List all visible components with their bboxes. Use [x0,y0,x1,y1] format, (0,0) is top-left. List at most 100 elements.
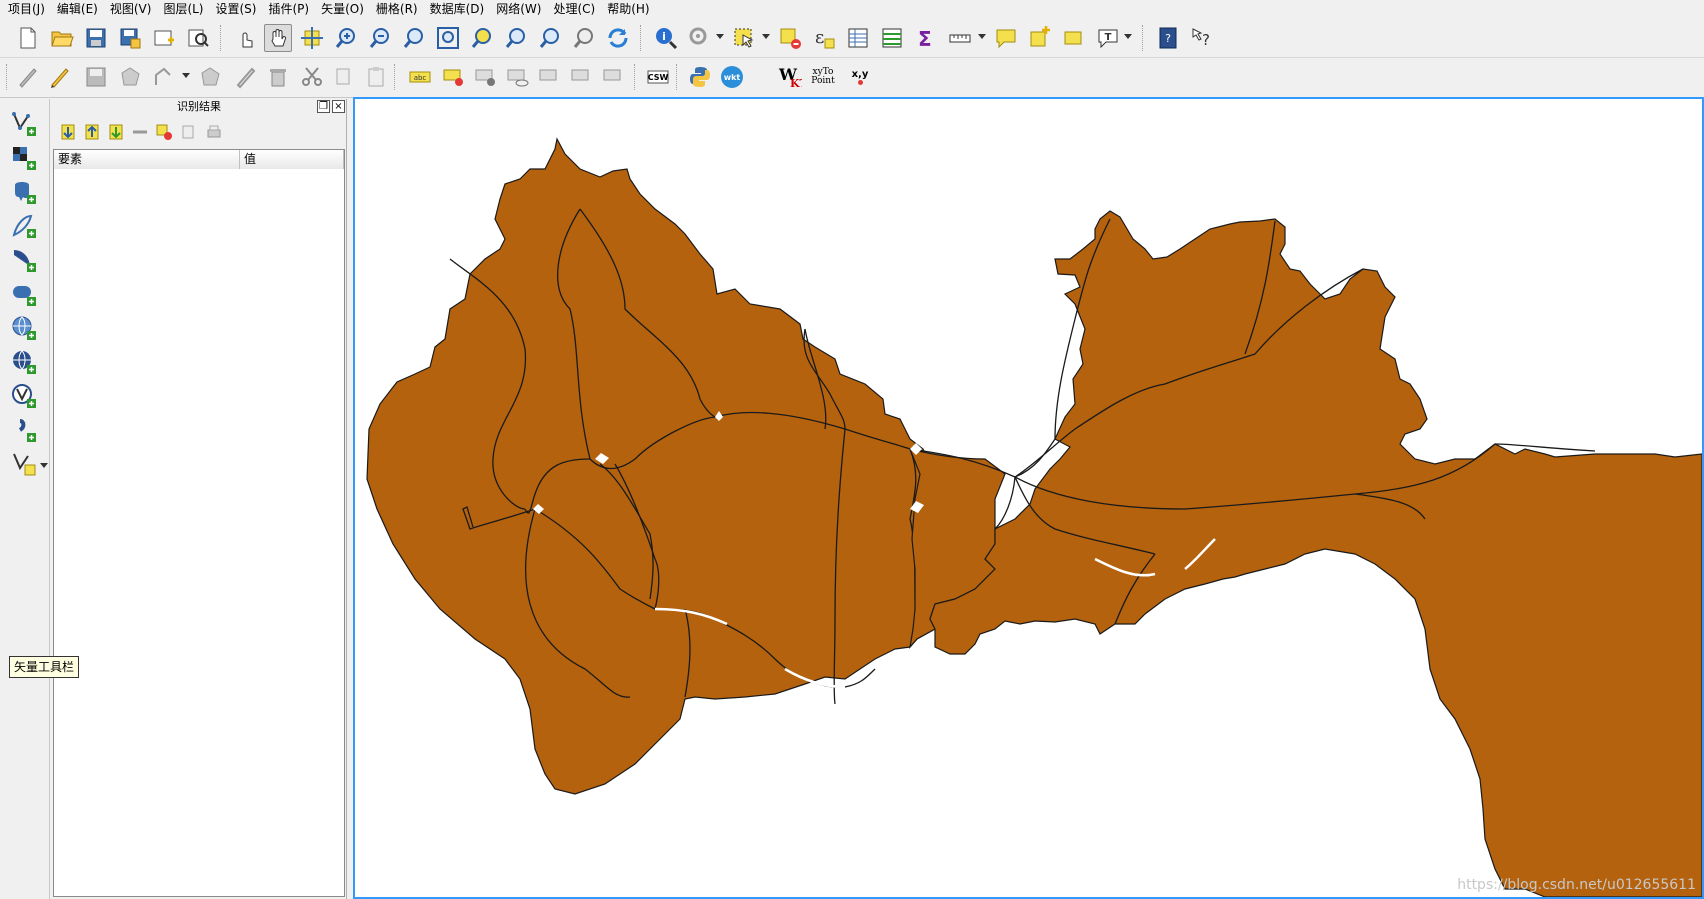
add-raster-layer-icon[interactable] [9,143,39,173]
label-change-icon[interactable] [600,63,628,91]
wkt-plugin-icon[interactable]: wkt [718,63,746,91]
identify-features-icon[interactable]: i [652,24,680,52]
xy-coordinate-button[interactable]: x,y [846,63,874,91]
wkt-layers-icon[interactable]: WKT [776,63,804,91]
new-print-layout-icon[interactable] [150,24,178,52]
chevron-down-icon[interactable] [40,463,48,468]
select-features-icon[interactable] [730,24,758,52]
measure-line-icon[interactable] [946,24,974,52]
clear-highlight-icon[interactable] [153,121,175,143]
chevron-down-icon[interactable] [1124,34,1132,39]
add-polygon-icon[interactable] [116,63,144,91]
show-bookmarks-icon[interactable] [1060,24,1088,52]
menu-database[interactable]: 数据库(D) [426,0,493,19]
zoom-to-selection-icon[interactable] [468,24,496,52]
current-edits-icon[interactable] [14,63,42,91]
select-by-expression-icon[interactable]: ε [810,24,838,52]
results-table[interactable]: 要素 值 [53,149,345,897]
help-book-icon[interactable]: ? [1154,24,1182,52]
new-layer-icon[interactable] [9,449,39,479]
python-console-icon[interactable] [686,63,714,91]
zoom-native-icon[interactable] [400,24,428,52]
add-postgis-layer-icon[interactable] [9,177,39,207]
xyto-point-button[interactable]: xyTo Point [806,63,840,91]
label-highlight-icon[interactable] [472,63,500,91]
label-move-icon[interactable] [536,63,564,91]
map-polygon-east[interactable] [929,210,1702,897]
deselect-features-icon[interactable] [776,24,804,52]
menu-web[interactable]: 网络(W) [492,0,549,19]
statistics-sigma-icon[interactable]: Σ [912,24,940,52]
chevron-down-icon[interactable] [762,34,770,39]
menu-plugins[interactable]: 插件(P) [264,0,317,19]
label-pin-icon[interactable] [440,63,468,91]
add-delimited-text-layer-icon[interactable] [9,415,39,445]
add-mssql-layer-icon[interactable] [9,245,39,275]
save-layer-edits-icon[interactable] [82,63,110,91]
layout-manager-icon[interactable] [184,24,212,52]
copy-features-icon[interactable] [330,63,358,91]
menu-raster[interactable]: 栅格(R) [372,0,426,19]
delete-selected-icon[interactable] [264,63,292,91]
digitize-shape-icon[interactable] [150,63,178,91]
save-project-icon[interactable] [82,24,110,52]
toggle-editing-icon[interactable] [46,63,74,91]
menu-help[interactable]: 帮助(H) [603,0,657,19]
close-icon[interactable]: × [332,100,345,113]
vertex-tool-icon[interactable] [196,63,224,91]
zoom-last-icon[interactable] [536,24,564,52]
zoom-out-icon[interactable] [366,24,394,52]
expand-tree-icon[interactable] [57,121,79,143]
add-wms-layer-icon[interactable] [9,313,39,343]
chevron-down-icon[interactable] [978,34,986,39]
menu-project[interactable]: 项目(J) [4,0,53,19]
label-rotate-icon[interactable] [568,63,596,91]
run-feature-action-icon[interactable] [686,24,714,52]
menu-layer[interactable]: 图层(L) [159,0,211,19]
map-canvas[interactable]: https://blog.csdn.net/u012655611 [353,97,1704,899]
map-polygon-west[interactable] [366,137,996,795]
save-as-icon[interactable] [116,24,144,52]
add-wcs-layer-icon[interactable] [9,347,39,377]
new-project-icon[interactable] [14,24,42,52]
whats-this-icon[interactable]: ? [1188,24,1216,52]
float-panel-icon[interactable]: ❐ [317,100,330,113]
menu-vector[interactable]: 矢量(O) [317,0,372,19]
modify-attributes-icon[interactable] [232,63,260,91]
menu-processing[interactable]: 处理(C) [549,0,603,19]
add-db2-layer-icon[interactable] [9,279,39,309]
zoom-next-icon[interactable] [570,24,598,52]
pan-map-icon[interactable] [264,24,292,52]
new-bookmark-icon[interactable] [1026,24,1054,52]
chevron-down-icon[interactable] [182,73,190,78]
copy-feature-icon[interactable] [177,121,199,143]
print-icon[interactable] [203,121,225,143]
map-tips-icon[interactable] [992,24,1020,52]
collapse-tree-icon[interactable] [81,121,103,143]
menu-edit[interactable]: 编辑(E) [53,0,106,19]
menu-settings[interactable]: 设置(S) [212,0,265,19]
label-show-hide-icon[interactable] [504,63,532,91]
expand-new-results-icon[interactable] [105,121,127,143]
add-vector-layer-icon[interactable] [9,109,39,139]
column-header-value[interactable]: 值 [240,150,344,169]
zoom-in-icon[interactable] [332,24,360,52]
pan-to-selection-icon[interactable] [298,24,326,52]
attribute-table-icon[interactable] [844,24,872,52]
menu-view[interactable]: 视图(V) [106,0,160,19]
text-annotation-icon[interactable]: T [1094,24,1122,52]
open-project-icon[interactable] [48,24,76,52]
zoom-full-icon[interactable] [434,24,462,52]
add-spatialite-layer-icon[interactable] [9,211,39,241]
csw-client-icon[interactable]: CSW [644,63,672,91]
label-toolbar-icon[interactable]: abc [406,63,434,91]
clear-results-icon[interactable] [129,121,151,143]
zoom-to-layer-icon[interactable] [502,24,530,52]
chevron-down-icon[interactable] [716,34,724,39]
touch-zoom-icon[interactable] [232,24,260,52]
refresh-icon[interactable] [604,24,632,52]
add-wfs-layer-icon[interactable] [9,381,39,411]
field-calculator-icon[interactable] [878,24,906,52]
cut-features-icon[interactable] [298,63,326,91]
paste-features-icon[interactable] [362,63,390,91]
